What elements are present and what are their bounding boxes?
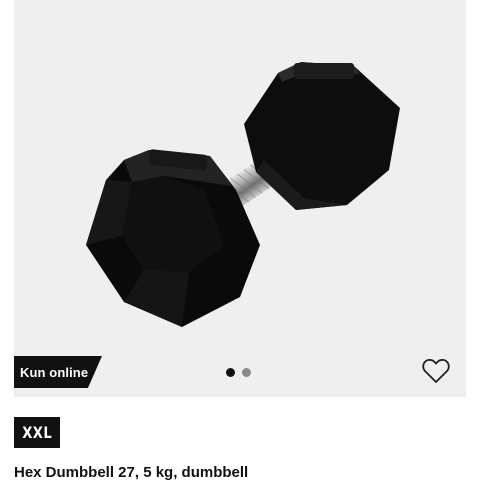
online-only-badge: Kun online <box>14 356 102 388</box>
logo-text: XXL <box>22 423 52 442</box>
wishlist-button[interactable] <box>422 358 450 384</box>
xxl-logo: XXL <box>14 417 60 448</box>
carousel-dot-2[interactable] <box>242 368 251 377</box>
product-title[interactable]: Hex Dumbbell 27, 5 kg, dumbbell <box>14 463 466 480</box>
product-card[interactable]: Kun online XXL Hex Dumbbell 27, 5 kg, du… <box>14 0 466 480</box>
dumbbell-image <box>86 62 400 327</box>
product-image-carousel[interactable]: Kun online <box>14 0 466 397</box>
carousel-dot-1[interactable] <box>226 368 235 377</box>
carousel-dots <box>226 368 251 377</box>
online-only-label: Kun online <box>20 364 89 380</box>
heart-outline-icon <box>422 358 450 383</box>
product-page: Kun online XXL Hex Dumbbell 27, 5 kg, du… <box>0 0 480 480</box>
